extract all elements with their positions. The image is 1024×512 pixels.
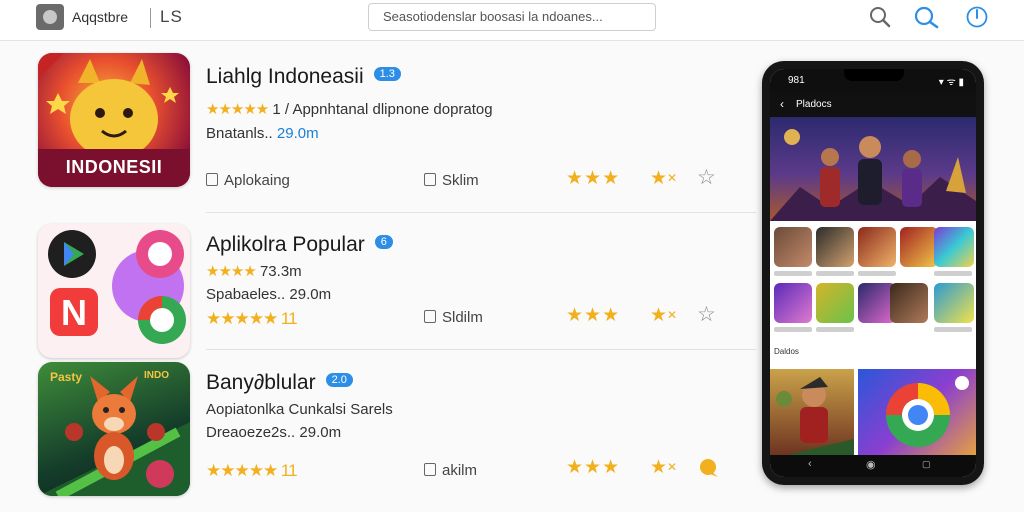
app-subtitle-line: ★★★★ 73.3m xyxy=(206,262,302,280)
app-name[interactable]: Liahlg Indoneasii 1.3 xyxy=(206,65,401,89)
back-arrow-icon[interactable]: ‹ xyxy=(780,97,784,111)
stat-label: Bnatanls.. xyxy=(206,125,273,142)
size-info: Sldilm xyxy=(424,309,483,326)
grid-app-tile[interactable] xyxy=(858,227,896,267)
grid-app-tile[interactable] xyxy=(890,283,928,323)
file-icon xyxy=(424,173,436,186)
stat-value: 29.0m xyxy=(299,424,342,441)
file-icon xyxy=(424,463,436,476)
thumbnail-caption-left: Pasty xyxy=(50,370,83,384)
chrome-style-logo-icon xyxy=(886,376,969,447)
tile-label xyxy=(934,271,972,276)
stat-line: Dreaoeze2s.. 29.0m xyxy=(206,424,341,441)
app-description: Aopiatonlka Cunkalsi Sarels xyxy=(206,401,393,418)
stat-label: Dreaoeze2s.. xyxy=(206,424,296,441)
rating-stars-large: ★★★ xyxy=(566,168,621,189)
app-thumbnail-game[interactable]: Pasty INDO xyxy=(38,362,190,496)
rating-count: ★★★★★ 11 xyxy=(206,461,298,480)
nav-back-icon[interactable]: ‹ xyxy=(808,458,812,470)
thumbnail-caption: INDO xyxy=(144,370,169,381)
favorite-star-icon[interactable]: ☆ xyxy=(697,165,716,190)
row-divider xyxy=(206,349,756,350)
grid-app-tile[interactable] xyxy=(816,283,854,323)
app-description: 1 / Appnhtanal dlipnone dopratog xyxy=(272,101,493,118)
stat-line: Bnatanls.. 29.0m xyxy=(206,125,319,142)
phone-header: ‹ Pladocs xyxy=(770,93,976,117)
tile-label xyxy=(934,327,972,332)
install-action[interactable]: Aplokaing xyxy=(206,172,290,189)
featured-banner[interactable] xyxy=(770,117,976,221)
phone-section-label: Daldos xyxy=(774,347,799,356)
app-thumbnail-popular[interactable]: N xyxy=(38,224,190,358)
package-icon xyxy=(206,173,218,186)
app-name[interactable]: Aplikolra Popular 6 xyxy=(206,233,393,257)
version-badge: 1.3 xyxy=(373,67,401,82)
tile-label xyxy=(816,327,854,332)
stat-value: 29.0m xyxy=(289,286,332,303)
thumbnail-caption: INDONESII xyxy=(65,157,163,177)
power-icon[interactable] xyxy=(965,5,989,29)
search-input[interactable]: Seasotiodenslar boosasi la ndoanes... xyxy=(368,3,656,31)
rating-stars: ★★★★★ xyxy=(206,101,269,118)
grid-app-tile[interactable] xyxy=(816,227,854,267)
zoom-search-icon[interactable] xyxy=(912,5,940,29)
half-star-icon: ★✕ xyxy=(650,305,678,326)
rating-count: ★★★★★ 11 xyxy=(206,309,298,328)
app-title: Aqqstbre xyxy=(72,9,129,25)
tile-label xyxy=(774,327,812,332)
phone-mockup: 981 ▾ ᯤ ▮ ‹ Pladocs Daldos ‹ ◉ ▢ xyxy=(762,61,984,485)
phone-nav-bar: ‹ ◉ ▢ xyxy=(770,455,976,477)
grid-app-tile[interactable] xyxy=(900,227,938,267)
app-collage-icon: N xyxy=(48,230,186,344)
featured-card-right[interactable] xyxy=(858,369,976,459)
stat-value: 29.0m xyxy=(276,125,319,142)
favorite-star-icon[interactable]: ☆ xyxy=(697,302,716,327)
phone-screen-title: Pladocs xyxy=(796,99,832,110)
row-divider xyxy=(206,212,756,213)
stat-label: Spabaeles.. xyxy=(206,286,286,303)
rating-stars-large: ★★★ xyxy=(566,305,621,326)
grid-app-tile[interactable] xyxy=(774,283,812,323)
app-thumbnail-indonesia[interactable]: INDONESII xyxy=(38,53,190,187)
version-badge: 6 xyxy=(374,235,393,250)
featured-card-left[interactable] xyxy=(770,369,854,459)
app-name[interactable]: Bany∂blular 2.0 xyxy=(206,371,353,395)
grid-app-tile[interactable] xyxy=(934,227,974,267)
nav-recents-icon[interactable]: ▢ xyxy=(922,459,931,470)
top-bar: Aqqstbre LS Seasotiodenslar boosasi la n… xyxy=(0,0,1024,41)
tile-label xyxy=(858,271,896,276)
hero-character-image xyxy=(770,377,854,459)
app-subtitle-line: ★★★★★ 1 / Appnhtanal dlipnone dopratog xyxy=(206,100,493,118)
featured-characters-image xyxy=(770,129,976,221)
half-star-icon: ★✕ xyxy=(650,168,678,189)
search-icon[interactable] xyxy=(868,5,892,29)
grid-app-tile[interactable] xyxy=(774,227,812,267)
tile-label xyxy=(774,271,812,276)
app-subtitle: LS xyxy=(160,7,183,26)
status-icons: ▾ ᯤ ▮ xyxy=(938,77,964,88)
app-logo-icon[interactable] xyxy=(36,4,64,30)
phone-screen: 981 ▾ ᯤ ▮ ‹ Pladocs Daldos ‹ ◉ ▢ xyxy=(770,69,976,477)
svg-text:N: N xyxy=(61,292,87,333)
version-badge: 2.0 xyxy=(325,373,353,388)
phone-time: 981 xyxy=(788,75,805,86)
rating-stars: ★★★★ xyxy=(206,263,257,280)
title-divider xyxy=(150,8,151,28)
tile-label xyxy=(816,271,854,276)
stat-line: Spabaeles.. 29.0m xyxy=(206,286,331,303)
rating-line: ★★★★★ 11 xyxy=(206,461,298,481)
phone-status-bar: 981 ▾ ᯤ ▮ xyxy=(770,69,976,93)
app-subtitle-line: Aopiatonlka Cunkalsi Sarels xyxy=(206,401,393,418)
file-icon xyxy=(424,310,436,323)
rating-stars-large: ★★★ xyxy=(566,457,621,478)
size-info: akilm xyxy=(424,462,477,479)
size-info: Sklim xyxy=(424,172,479,189)
nav-home-icon[interactable]: ◉ xyxy=(866,458,876,471)
chat-bubble-icon[interactable] xyxy=(698,457,720,479)
rating-line: ★★★★★ 11 xyxy=(206,309,298,329)
half-star-icon: ★✕ xyxy=(650,457,678,478)
phone-notch xyxy=(844,69,904,81)
app-description: 73.3m xyxy=(259,263,302,280)
grid-app-tile[interactable] xyxy=(934,283,974,323)
